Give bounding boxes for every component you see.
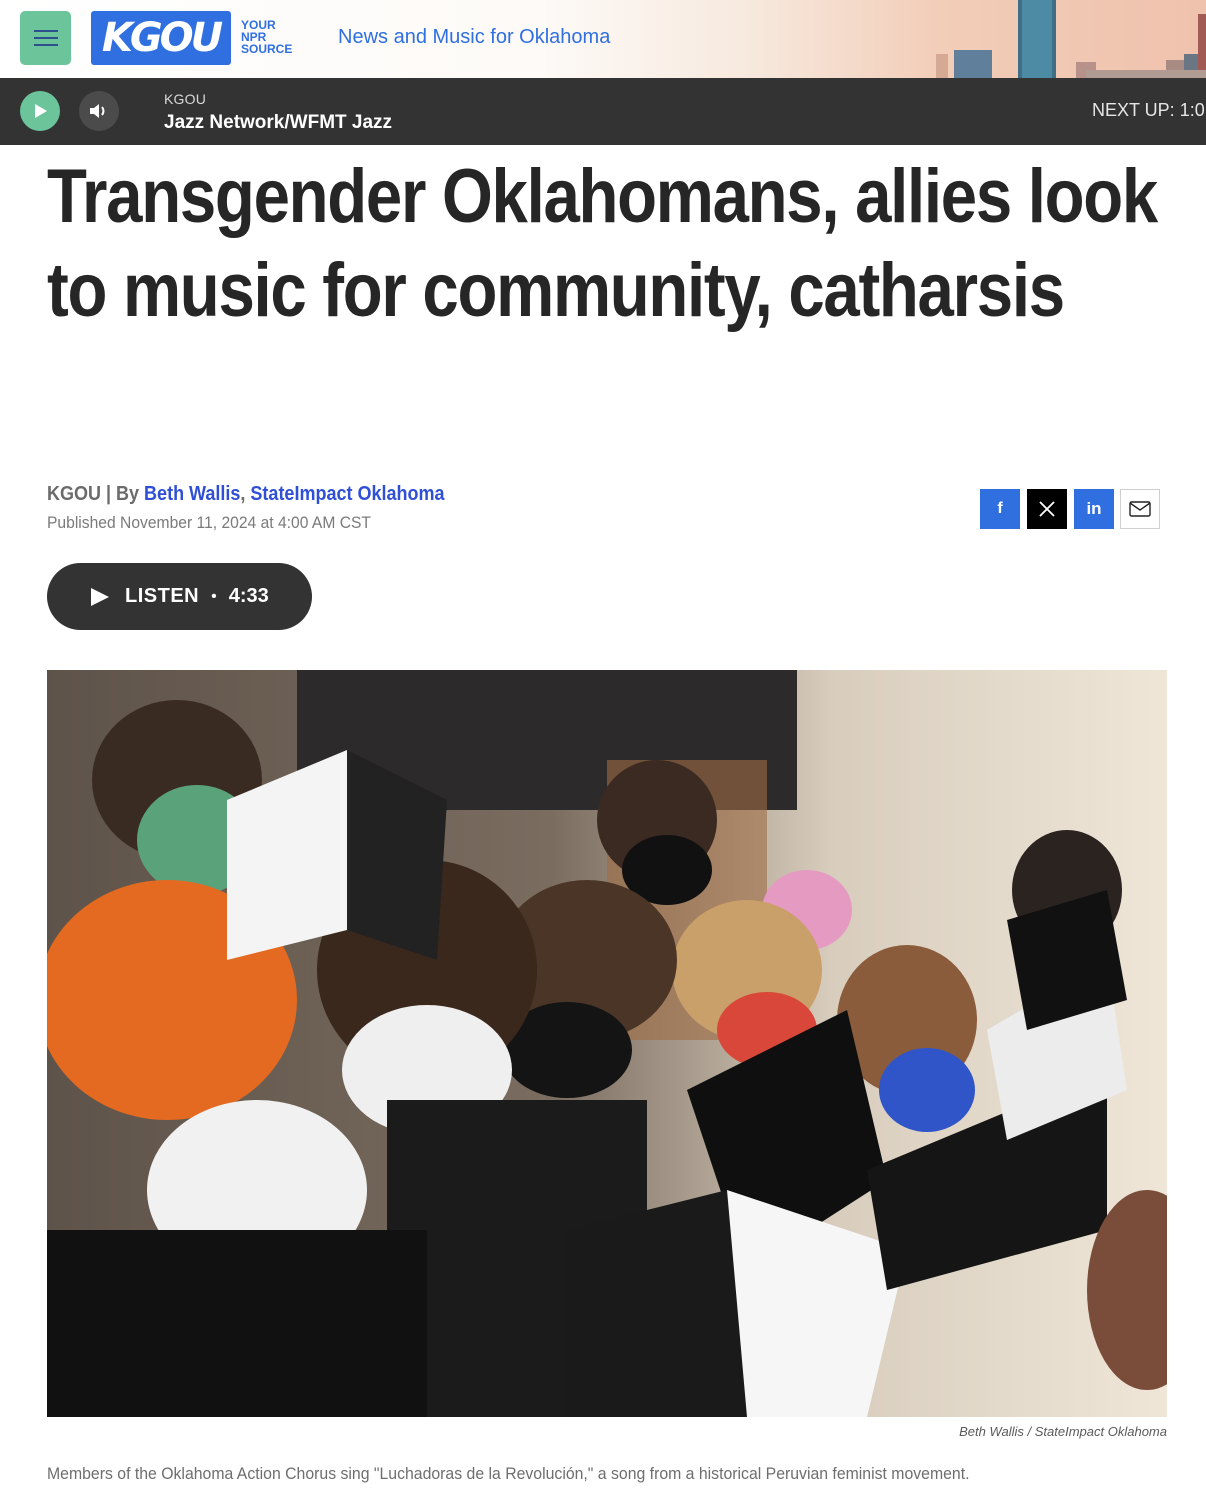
menu-button[interactable] (20, 11, 71, 65)
email-icon (1129, 501, 1151, 517)
photo-caption: Members of the Oklahoma Action Chorus si… (47, 1464, 970, 1483)
byline-source: KGOU (47, 483, 101, 505)
site-tagline[interactable]: News and Music for Oklahoma (338, 26, 610, 49)
article-headline: Transgender Oklahomans, allies look to m… (47, 154, 1158, 333)
station-name: KGOU (164, 91, 207, 107)
lead-photo (47, 670, 1167, 1417)
author-link[interactable]: Beth Wallis (144, 483, 240, 505)
live-play-button[interactable] (20, 91, 60, 131)
publish-date: Published November 11, 2024 at 4:00 AM C… (47, 513, 371, 532)
x-icon (1039, 501, 1055, 517)
listen-label: LISTEN (125, 585, 200, 607)
listen-button[interactable]: LISTEN • 4:33 (47, 563, 312, 630)
logo-wordmark: KGOU (101, 15, 223, 61)
share-email-button[interactable] (1120, 489, 1160, 529)
play-icon (35, 104, 47, 118)
listen-duration: 4:33 (228, 585, 269, 607)
program-title[interactable]: Jazz Network/WFMT Jazz (164, 112, 392, 134)
facebook-icon: f (997, 500, 1003, 517)
city-skyline-banner (936, 0, 1206, 78)
volume-icon (90, 104, 105, 118)
share-linkedin-button[interactable]: in (1074, 489, 1114, 529)
share-x-button[interactable] (1027, 489, 1067, 529)
article-byline: KGOU | By Beth Wallis, StateImpact Oklah… (47, 483, 445, 505)
share-facebook-button[interactable]: f (980, 489, 1020, 529)
chorus-photo-illustration (47, 670, 1167, 1417)
volume-button[interactable] (79, 91, 119, 131)
play-icon (91, 587, 109, 606)
site-header: KGOU YOUR NPR SOURCE News and Music for … (0, 0, 1206, 78)
live-player-bar: KGOU Jazz Network/WFMT Jazz NEXT UP: 1:0 (0, 78, 1206, 145)
photo-credit: Beth Wallis / StateImpact Oklahoma (959, 1424, 1167, 1439)
next-up-label: NEXT UP: 1:0 (1092, 100, 1205, 120)
hamburger-menu-icon (33, 30, 58, 32)
outlet-link[interactable]: StateImpact Oklahoma (250, 483, 444, 505)
site-logo[interactable]: KGOU (91, 11, 231, 65)
logo-tagline: YOUR NPR SOURCE (241, 18, 293, 56)
linkedin-icon: in (1086, 499, 1102, 518)
